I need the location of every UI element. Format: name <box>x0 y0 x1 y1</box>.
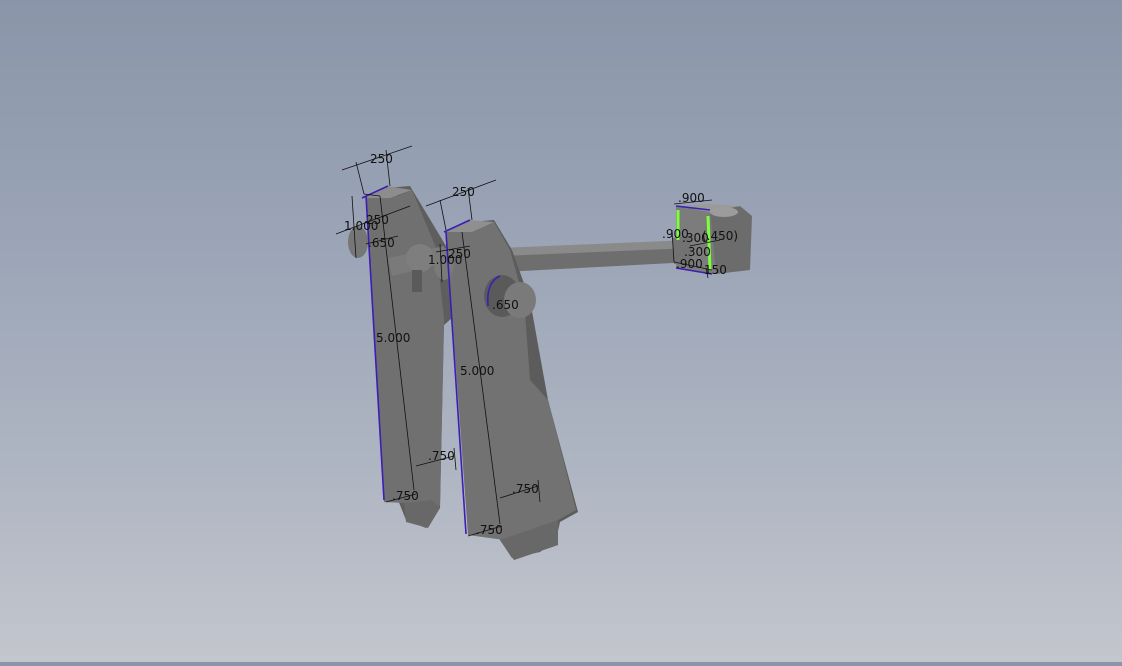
right-leg-part[interactable] <box>434 220 578 560</box>
dim-left-foot-upper[interactable]: .750 <box>428 449 455 463</box>
model-canvas[interactable]: 250 250 1.000 .650 5.000 .750 .750 250 2… <box>0 0 1122 662</box>
dim-right-pin[interactable]: .650 <box>492 298 519 312</box>
dim-right-height-small[interactable]: 1.000 <box>428 253 462 267</box>
dim-end-top[interactable]: .900 <box>678 191 705 205</box>
right-leg-face <box>446 222 576 560</box>
cad-3d-viewport[interactable]: 250 250 1.000 .650 5.000 .750 .750 250 2… <box>0 0 1122 662</box>
end-block-socket <box>710 207 738 217</box>
dim-left-top-width[interactable]: 250 <box>370 152 393 166</box>
left-leg-part[interactable] <box>348 186 452 528</box>
dim-right-foot-lower[interactable]: .750 <box>476 523 503 537</box>
dim-end-ref[interactable]: (.450) <box>702 229 738 243</box>
dim-left-foot-lower[interactable]: .750 <box>392 489 419 503</box>
dim-right-top-width[interactable]: 250 <box>452 185 475 199</box>
dim-end-bottom-right[interactable]: 150 <box>704 263 727 277</box>
left-foot-step <box>404 500 440 528</box>
cross-bar-notch <box>412 270 422 292</box>
dim-left-height-small[interactable]: 1.000 <box>344 219 378 233</box>
dim-left-length[interactable]: 5.000 <box>376 331 410 345</box>
dim-left-pin[interactable]: .650 <box>368 236 395 250</box>
dim-right-foot-upper[interactable]: .750 <box>512 482 539 496</box>
dim-end-bottom-left[interactable]: .900 <box>676 257 703 271</box>
dim-right-length[interactable]: 5.000 <box>460 364 494 378</box>
